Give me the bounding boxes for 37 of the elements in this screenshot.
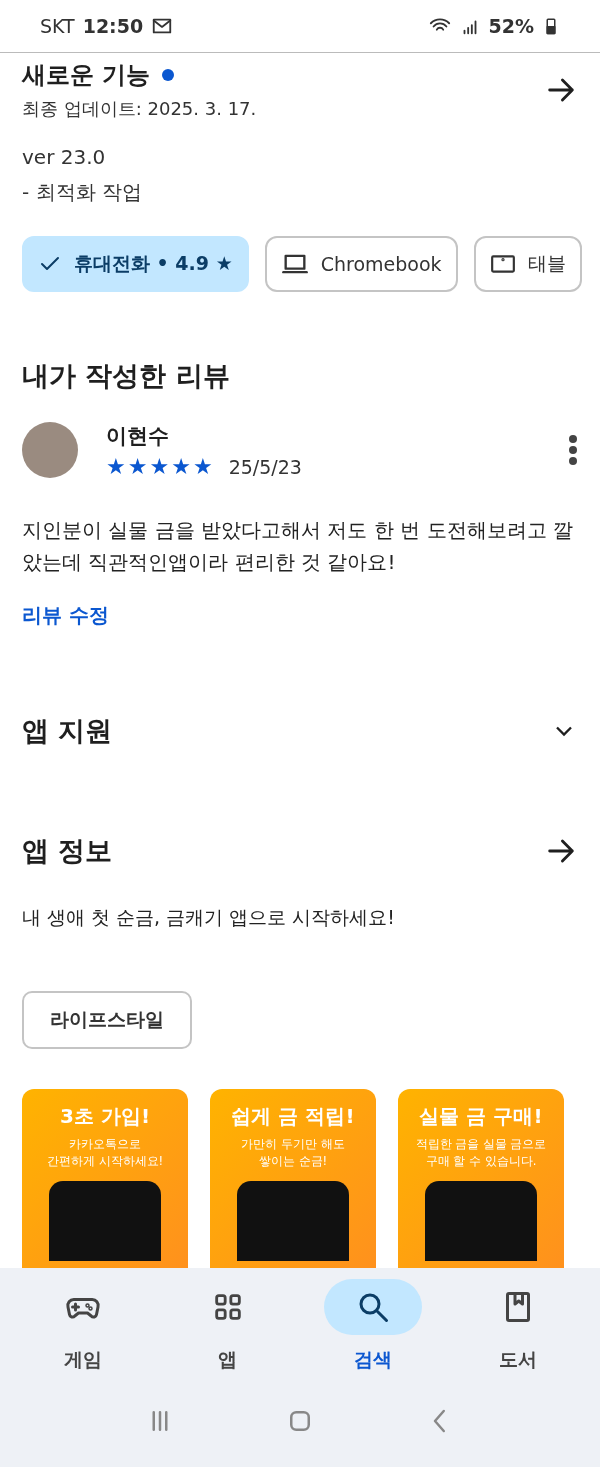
screenshot-headline: 쉽게 금 적립! (231, 1103, 355, 1130)
nav-tab[interactable]: 도서 (457, 1278, 578, 1374)
device-chip[interactable]: 태블 (473, 236, 582, 292)
new-indicator-dot (162, 69, 175, 81)
screenshot-headline: 실물 금 구매! (419, 1103, 543, 1130)
star-icon: ★ (149, 456, 170, 478)
release-note: - 최적화 작업 (22, 179, 143, 206)
device-chip[interactable]: 휴대전화 • 4.9 ★ (22, 236, 249, 292)
section-title: 내가 작성한 리뷰 (22, 359, 231, 393)
last-updated: 최종 업데이트: 2025. 3. 17. (22, 97, 258, 121)
nav-tab[interactable]: 앱 (167, 1278, 288, 1374)
reviewer-name: 이현수 (106, 423, 170, 450)
device-chip[interactable]: Chromebook (264, 236, 458, 292)
release-note: ver 23.0 (22, 145, 107, 169)
nav-tab[interactable]: 게임 (22, 1278, 143, 1374)
screenshot-caption: 가만히 두기만 해도 쌓이는 순금! (241, 1136, 345, 1171)
avatar (22, 422, 78, 478)
screenshot-caption: 적립한 금을 실물 금으로 구매 할 수 있습니다. (415, 1136, 547, 1171)
star-icon: ★ (127, 456, 148, 478)
star-icon: ★ (192, 456, 213, 478)
screenshot-headline: 3초 가입! (60, 1103, 150, 1130)
review-date: 25/5/23 (228, 456, 302, 478)
section-title: 새로운 기능 (22, 60, 151, 91)
carrier: SKT (40, 15, 75, 37)
review-text: 지인분이 실물 금을 받았다고해서 저도 한 번 도전해보려고 깔았는데 직관적인앱이라 편리한 것 같아요! (22, 517, 574, 576)
section-title: 앱 지원 (22, 714, 114, 748)
battery-percent: 52% (488, 15, 534, 37)
edit-review-link[interactable]: 리뷰 수정 (22, 602, 109, 629)
star-icon: ★ (171, 456, 191, 478)
nav-tab[interactable]: 검색 (312, 1278, 433, 1374)
star-icon: ★ (106, 456, 126, 478)
more-options-icon[interactable] (568, 434, 578, 466)
app-description: 내 생애 첫 순금, 금캐기 앱으로 시작하세요! (22, 905, 396, 930)
category-chip[interactable]: 라이프스타일 (22, 991, 192, 1049)
clock: 12:50 (82, 15, 144, 37)
section-title: 앱 정보 (22, 834, 114, 868)
screenshot-caption: 카카오톡으로 간편하게 시작하세요! (46, 1136, 164, 1171)
